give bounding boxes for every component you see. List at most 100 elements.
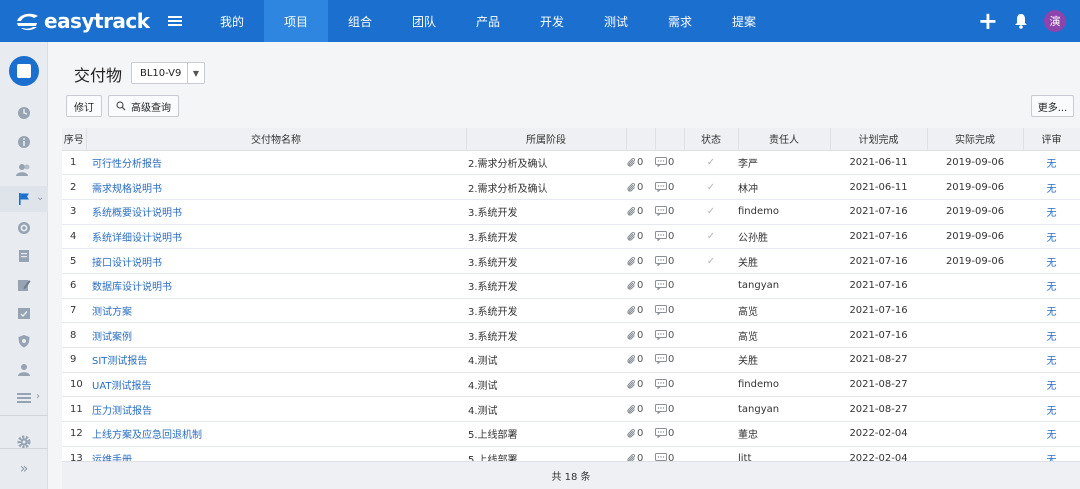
comments-cell[interactable]: 0 <box>655 199 684 225</box>
brand[interactable]: easytrack <box>0 0 150 42</box>
column-header-owner[interactable]: 责任人 <box>738 128 831 151</box>
edit-icon[interactable] <box>16 277 32 293</box>
column-header-no[interactable]: 序号 <box>62 128 87 151</box>
table-row[interactable]: 3 系统概要设计说明书 3.系统开发 0 0 ✓ findemo 2021-07-16 2019… <box>62 199 1080 225</box>
deliverable-name-link[interactable]: 可行性分析报告 <box>86 150 466 176</box>
deliverable-name-link[interactable]: UAT测试报告 <box>86 372 466 398</box>
column-header-planned[interactable]: 计划完成 <box>830 128 928 151</box>
deliverable-name-link[interactable]: 上线方案及应急回退机制 <box>86 421 466 447</box>
review-link[interactable]: 无 <box>1023 421 1080 447</box>
comments-cell[interactable]: 0 <box>655 372 684 398</box>
comments-cell[interactable]: 0 <box>655 396 684 423</box>
review-link[interactable]: 无 <box>1023 150 1080 176</box>
review-link[interactable]: 无 <box>1023 273 1080 299</box>
revise-button[interactable]: 修订 <box>66 95 102 117</box>
attachments-cell[interactable]: 0 <box>626 322 655 348</box>
deliverable-name-link[interactable]: 测试方案 <box>86 298 466 324</box>
attachments-cell[interactable]: 0 <box>626 199 655 225</box>
comments-cell[interactable]: 0 <box>655 298 684 324</box>
deliverable-name-link[interactable]: 需求规格说明书 <box>86 174 466 200</box>
column-header-review[interactable]: 评审 <box>1023 128 1080 151</box>
review-link[interactable]: 无 <box>1023 298 1080 324</box>
comments-cell[interactable]: 0 <box>655 322 684 348</box>
avatar[interactable]: 演 <box>1044 10 1066 32</box>
nav-item-project[interactable]: 项目 <box>264 0 328 42</box>
nav-item-mine[interactable]: 我的 <box>200 0 264 42</box>
attachments-cell[interactable]: 0 <box>626 372 655 398</box>
chevron-right-icon[interactable]: › <box>36 391 40 402</box>
review-link[interactable]: 无 <box>1023 347 1080 373</box>
column-header-status[interactable]: 状态 <box>684 128 739 151</box>
clock-icon[interactable] <box>16 105 32 121</box>
table-row[interactable]: 11 压力测试报告 4.测试 0 0 tangyan 2021-08-27 无 <box>62 396 1080 423</box>
nav-item-development[interactable]: 开发 <box>520 0 584 42</box>
comments-cell[interactable]: 0 <box>655 150 684 176</box>
column-header-actual[interactable]: 实际完成 <box>927 128 1024 151</box>
table-row[interactable]: 4 系统详细设计说明书 3.系统开发 0 0 ✓ 公孙胜 2021-07-16 2019-09-… <box>62 224 1080 250</box>
users-icon[interactable] <box>16 162 32 178</box>
nav-item-portfolio[interactable]: 组合 <box>328 0 392 42</box>
column-header-name[interactable]: 交付物名称 <box>86 128 467 151</box>
deliverable-name-link[interactable]: 运维手册 <box>86 446 466 461</box>
nav-item-team[interactable]: 团队 <box>392 0 456 42</box>
review-link[interactable]: 无 <box>1023 372 1080 398</box>
baseline-select[interactable]: BL10-V9 ▼ <box>131 62 205 84</box>
comments-cell[interactable]: 0 <box>655 224 684 250</box>
attachments-cell[interactable]: 0 <box>626 298 655 324</box>
deliverable-name-link[interactable]: 系统概要设计说明书 <box>86 199 466 225</box>
deliverable-name-link[interactable]: 测试案例 <box>86 322 466 348</box>
nav-item-proposal[interactable]: 提案 <box>712 0 776 42</box>
table-row[interactable]: 7 测试方案 3.系统开发 0 0 高览 2021-07-16 无 <box>62 298 1080 324</box>
table-row[interactable]: 13 运维手册 5.上线部署 0 0 litt 2022-02-04 无 <box>62 446 1080 461</box>
hamburger-menu-icon[interactable] <box>150 0 200 42</box>
more-button[interactable]: 更多... <box>1031 95 1074 117</box>
review-link[interactable]: 无 <box>1023 396 1080 423</box>
comments-cell[interactable]: 0 <box>655 446 684 461</box>
attachments-cell[interactable]: 0 <box>626 421 655 447</box>
attachments-cell[interactable]: 0 <box>626 347 655 373</box>
table-row[interactable]: 8 测试案例 3.系统开发 0 0 高览 2021-07-16 无 <box>62 322 1080 348</box>
column-header-stage[interactable]: 所属阶段 <box>466 128 627 151</box>
table-row[interactable]: 10 UAT测试报告 4.测试 0 0 findemo 2021-08-27 无 <box>62 372 1080 398</box>
comments-cell[interactable]: 0 <box>655 248 684 274</box>
list-icon[interactable] <box>16 390 32 406</box>
column-header-attachments[interactable] <box>626 128 656 151</box>
flag-icon[interactable] <box>16 191 32 207</box>
comments-cell[interactable]: 0 <box>655 273 684 299</box>
review-link[interactable]: 无 <box>1023 248 1080 274</box>
comments-cell[interactable]: 0 <box>655 174 684 200</box>
deliverable-name-link[interactable]: 系统详细设计说明书 <box>86 224 466 250</box>
table-row[interactable]: 5 接口设计说明书 3.系统开发 0 0 ✓ 关胜 2021-07-16 2019-09-06 无 <box>62 248 1080 274</box>
review-link[interactable]: 无 <box>1023 446 1080 461</box>
attachments-cell[interactable]: 0 <box>626 224 655 250</box>
comments-cell[interactable]: 0 <box>655 421 684 447</box>
nav-item-product[interactable]: 产品 <box>456 0 520 42</box>
comments-cell[interactable]: 0 <box>655 347 684 373</box>
attachments-cell[interactable]: 0 <box>626 396 655 423</box>
info-icon[interactable] <box>16 134 32 150</box>
deliverable-name-link[interactable]: 接口设计说明书 <box>86 248 466 274</box>
person-icon[interactable] <box>16 362 32 378</box>
column-header-comments[interactable] <box>655 128 685 151</box>
chevron-down-icon[interactable]: ⌄ <box>36 192 44 203</box>
shield-icon[interactable] <box>16 333 32 349</box>
table-row[interactable]: 2 需求规格说明书 2.需求分析及确认 0 0 ✓ 林冲 2021-06-11 2019-09-… <box>62 174 1080 200</box>
table-row[interactable]: 6 数据库设计说明书 3.系统开发 0 0 tangyan 2021-07-16 无 <box>62 273 1080 299</box>
table-row[interactable]: 9 SIT测试报告 4.测试 0 0 关胜 2021-08-27 无 <box>62 347 1080 373</box>
review-link[interactable]: 无 <box>1023 199 1080 225</box>
table-row[interactable]: 12 上线方案及应急回退机制 5.上线部署 0 0 董忠 2022-02-04 无 <box>62 421 1080 447</box>
attachments-cell[interactable]: 0 <box>626 446 655 461</box>
review-link[interactable]: 无 <box>1023 322 1080 348</box>
bell-icon[interactable] <box>1014 13 1028 29</box>
review-link[interactable]: 无 <box>1023 224 1080 250</box>
attachments-cell[interactable]: 0 <box>626 248 655 274</box>
deliverable-name-link[interactable]: SIT测试报告 <box>86 347 466 373</box>
attachments-cell[interactable]: 0 <box>626 273 655 299</box>
plus-icon[interactable]: + <box>978 9 998 33</box>
project-logo-icon[interactable] <box>9 56 39 86</box>
table-row[interactable]: 1 可行性分析报告 2.需求分析及确认 0 0 ✓ 李严 2021-06-11 2019-09-… <box>62 150 1080 176</box>
target-icon[interactable] <box>16 220 32 236</box>
advanced-search-button[interactable]: 高级查询 <box>108 95 179 117</box>
review-link[interactable]: 无 <box>1023 174 1080 200</box>
deliverable-name-link[interactable]: 压力测试报告 <box>86 396 466 423</box>
